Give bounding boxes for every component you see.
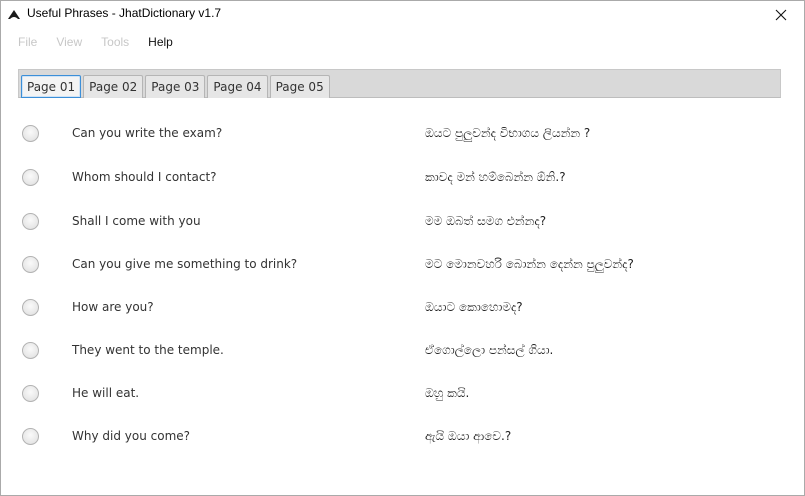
- phrase-radio[interactable]: [22, 256, 39, 273]
- phrase-sinhala: ඔයට පුලුවන්ද විභාගය ලියන්න ?: [425, 126, 591, 140]
- phrase-sinhala: ඒගොල්ලො පන්සල් ගියා.: [425, 343, 554, 357]
- tab-page-02[interactable]: Page 02: [83, 75, 144, 98]
- phrase-sinhala: ඔයාට කොහොමද?: [425, 300, 523, 314]
- phrase-row: They went to the temple. ඒගොල්ලො පන්සල් …: [1, 336, 804, 366]
- phrase-sinhala: ඇයි ඔයා ආවෙ.?: [425, 429, 512, 443]
- tab-page-01[interactable]: Page 01: [21, 75, 82, 98]
- close-button[interactable]: [758, 1, 804, 29]
- app-window: Useful Phrases - JhatDictionary v1.7 Fil…: [0, 0, 805, 496]
- menu-file: File: [18, 35, 38, 49]
- phrase-english: Whom should I contact?: [72, 170, 217, 184]
- title-bar: Useful Phrases - JhatDictionary v1.7: [1, 1, 804, 29]
- tab-strip: Page 01 Page 02 Page 03 Page 04 Page 05: [21, 75, 332, 98]
- phrase-radio[interactable]: [22, 299, 39, 316]
- phrase-english: Shall I come with you: [72, 214, 201, 228]
- phrase-row: Can you give me something to drink? මට ම…: [1, 250, 804, 280]
- tab-page-05[interactable]: Page 05: [269, 75, 330, 98]
- phrase-radio[interactable]: [22, 342, 39, 359]
- close-icon: [775, 6, 787, 25]
- phrase-radio[interactable]: [22, 428, 39, 445]
- phrase-row: He will eat. ඔහු කයි.: [1, 379, 804, 409]
- phrase-sinhala: මම ඔබත් සමග එන්නද?: [425, 214, 547, 228]
- menu-help[interactable]: Help: [148, 35, 173, 49]
- phrase-sinhala: කාවද මන් හම්බෙන්න ඕනි.?: [425, 170, 566, 184]
- phrase-english: Can you write the exam?: [72, 126, 223, 140]
- phrase-radio[interactable]: [22, 169, 39, 186]
- menu-view: View: [56, 35, 83, 49]
- phrase-english: They went to the temple.: [72, 343, 224, 357]
- phrase-row: Can you write the exam? ඔයට පුලුවන්ද විභ…: [1, 119, 804, 149]
- app-logo-icon: [7, 7, 21, 21]
- tab-page-03[interactable]: Page 03: [145, 75, 206, 98]
- phrase-row: How are you? ඔයාට කොහොමද?: [1, 293, 804, 323]
- phrase-radio[interactable]: [22, 213, 39, 230]
- window-title: Useful Phrases - JhatDictionary v1.7: [27, 6, 222, 20]
- tab-page-04[interactable]: Page 04: [207, 75, 268, 98]
- phrase-sinhala: ඔහු කයි.: [425, 386, 470, 400]
- menu-bar: File View Tools Help: [1, 31, 175, 53]
- tab-header: Page 01 Page 02 Page 03 Page 04 Page 05: [18, 69, 781, 98]
- phrase-english: Can you give me something to drink?: [72, 257, 298, 271]
- phrase-radio[interactable]: [22, 385, 39, 402]
- phrase-row: Whom should I contact? කාවද මන් හම්බෙන්න…: [1, 163, 804, 193]
- menu-tools: Tools: [101, 35, 130, 49]
- phrase-english: How are you?: [72, 300, 154, 314]
- phrase-english: He will eat.: [72, 386, 140, 400]
- phrase-sinhala: මට මොනවහරි බොන්න දෙන්න පුලුවන්ද?: [425, 257, 634, 271]
- phrase-english: Why did you come?: [72, 429, 191, 443]
- phrase-row: Why did you come? ඇයි ඔයා ආවෙ.?: [1, 422, 804, 452]
- phrase-row: Shall I come with you මම ඔබත් සමග එන්නද?: [1, 207, 804, 237]
- phrase-radio[interactable]: [22, 125, 39, 142]
